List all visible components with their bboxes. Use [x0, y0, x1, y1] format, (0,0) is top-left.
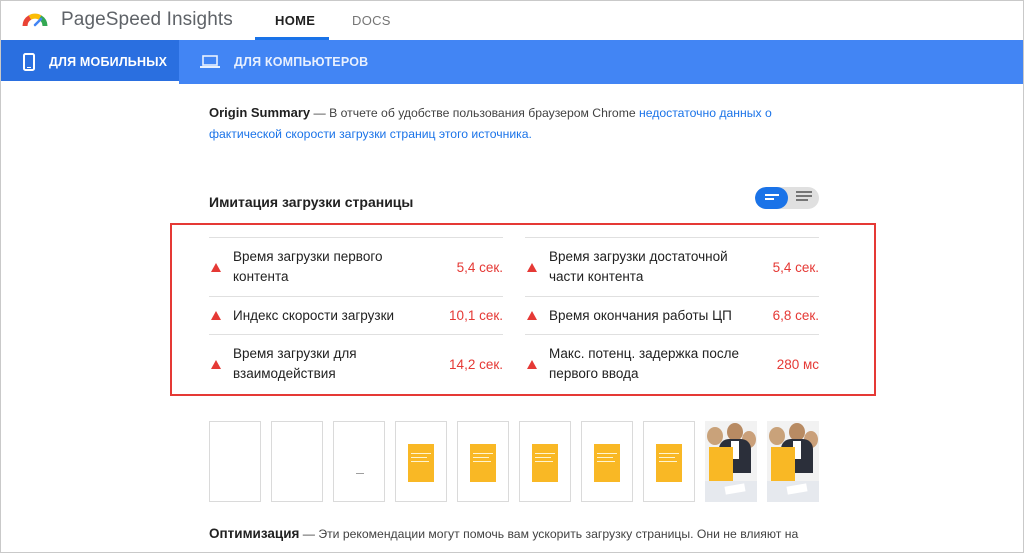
metrics-column-left: Время загрузки первого контента 5,4 сек.…: [209, 237, 503, 393]
fail-triangle-icon: [211, 262, 221, 272]
origin-summary-text: В отчете об удобстве пользования браузер…: [329, 106, 640, 120]
pagespeed-logo-icon[interactable]: [22, 9, 48, 29]
filmstrip-frame: [333, 421, 385, 502]
metric-label: Время загрузки для взаимодействия: [233, 346, 357, 381]
fail-triangle-icon: [527, 311, 537, 320]
origin-summary-title: Origin Summary: [209, 105, 311, 120]
optimization-title: Оптимизация: [209, 526, 300, 541]
filmstrip-frame: [209, 421, 261, 502]
fail-triangle-icon: [527, 262, 537, 272]
smartphone-icon: [23, 53, 35, 71]
metrics-column-right: Время загрузки достаточной части контент…: [525, 237, 819, 393]
fail-triangle-icon: [527, 359, 537, 369]
fail-triangle-icon: [211, 359, 221, 369]
filmstrip-frame: [457, 421, 509, 502]
metrics-view-toggle[interactable]: [755, 187, 819, 209]
filmstrip: [209, 421, 821, 502]
optimization-text: — Эти рекомендации могут помочь вам уско…: [299, 527, 799, 541]
metric-value: 5,4 сек.: [772, 259, 819, 275]
fail-triangle-icon: [211, 311, 221, 320]
filmstrip-frame: [271, 421, 323, 502]
top-bar: PageSpeed Insights HOME DOCS: [1, 1, 1023, 40]
metric-time-to-interactive: Время загрузки для взаимодействия 14,2 с…: [209, 334, 503, 393]
metric-first-meaningful-paint: Время загрузки достаточной части контент…: [525, 237, 819, 296]
optimization-section: Оптимизация — Эти рекомендации могут пом…: [209, 526, 798, 541]
tab-docs[interactable]: DOCS: [352, 13, 391, 28]
tab-mobile[interactable]: ДЛЯ МОБИЛЬНЫХ: [1, 40, 179, 84]
tab-home[interactable]: HOME: [275, 13, 315, 28]
metric-value: 6,8 сек.: [772, 308, 819, 323]
filmstrip-frame: [643, 421, 695, 502]
tab-mobile-label: ДЛЯ МОБИЛЬНЫХ: [49, 55, 168, 69]
origin-summary: Origin Summary — В отчете об удобстве по…: [209, 102, 789, 145]
origin-summary-dash: —: [310, 106, 330, 120]
laptop-icon: [200, 55, 220, 69]
metric-value: 5,4 сек.: [456, 259, 503, 275]
tab-desktop[interactable]: ДЛЯ КОМПЬЮТЕРОВ: [200, 40, 368, 84]
metric-value: 280 мс: [776, 356, 819, 372]
metric-speed-index: Индекс скорости загрузки 10,1 сек.: [209, 296, 503, 334]
toggle-expanded[interactable]: [788, 187, 819, 209]
metric-label: Индекс скорости загрузки: [233, 307, 395, 323]
filmstrip-frame-photo: [767, 421, 819, 502]
metric-first-cpu-idle: Время окончания работы ЦП 6,8 сек.: [525, 296, 819, 334]
device-tabs-bar: ДЛЯ МОБИЛЬНЫХ ДЛЯ КОМПЬЮТЕРОВ: [1, 40, 1023, 84]
metric-label: Время окончания работы ЦП: [549, 307, 732, 323]
metric-max-potential-fid: Макс. потенц. задержка после первого вво…: [525, 334, 819, 393]
metric-label: Время загрузки достаточной части контент…: [549, 249, 728, 284]
tab-mobile-indicator: [1, 81, 179, 84]
tab-desktop-label: ДЛЯ КОМПЬЮТЕРОВ: [234, 55, 369, 69]
filmstrip-frame-photo: [705, 421, 757, 502]
metric-value: 10,1 сек.: [449, 308, 503, 323]
filmstrip-frame: [395, 421, 447, 502]
list-compact-icon: [764, 189, 779, 207]
app-title: PageSpeed Insights: [61, 9, 233, 30]
metric-first-contentful-paint: Время загрузки первого контента 5,4 сек.: [209, 237, 503, 296]
lab-data-title: Имитация загрузки страницы: [209, 194, 414, 210]
app-window: PageSpeed Insights HOME DOCS ДЛЯ МОБИЛЬН…: [0, 0, 1024, 553]
filmstrip-frame: [581, 421, 633, 502]
metric-label: Время загрузки первого контента: [233, 249, 383, 284]
toggle-compact[interactable]: [755, 187, 788, 209]
filmstrip-frame: [519, 421, 571, 502]
metric-value: 14,2 сек.: [449, 356, 503, 372]
list-expanded-icon: [795, 189, 812, 207]
metric-label: Макс. потенц. задержка после первого вво…: [549, 346, 740, 381]
